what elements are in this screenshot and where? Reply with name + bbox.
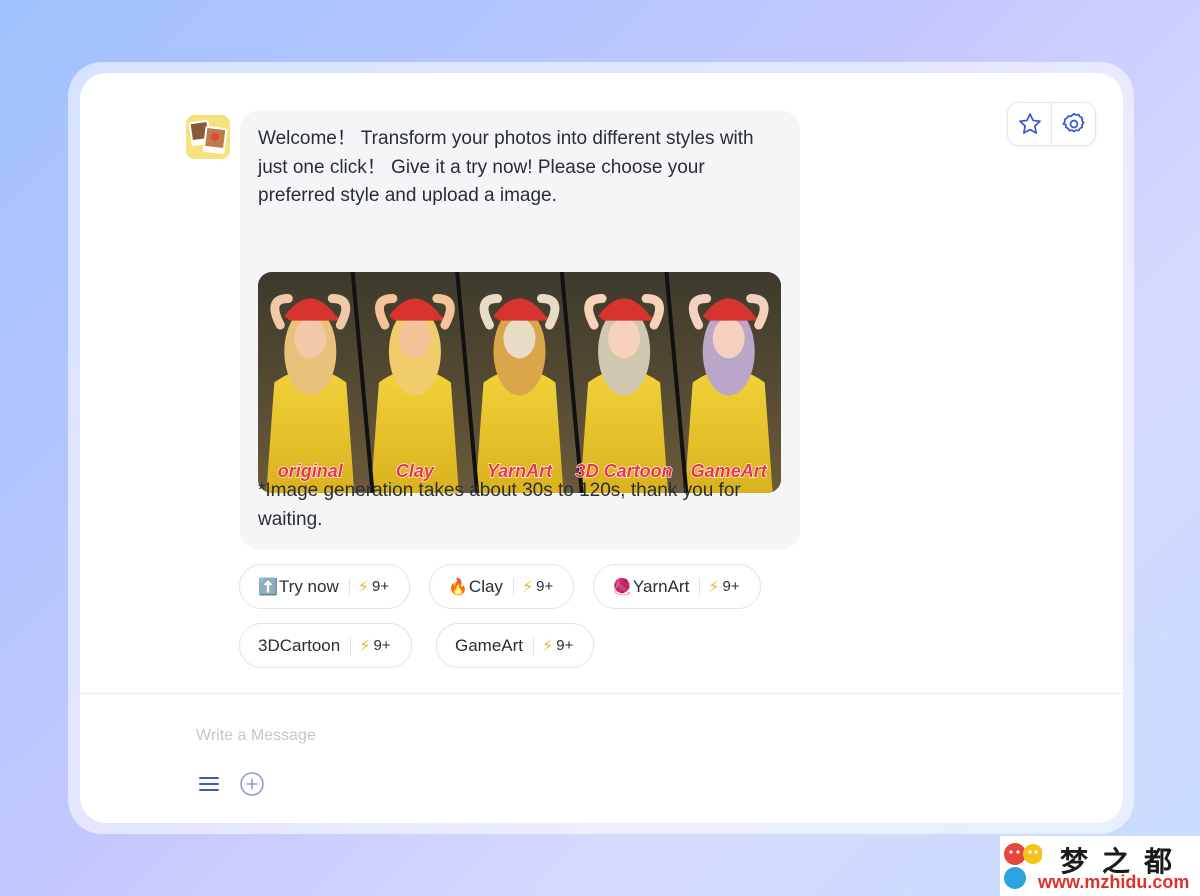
bot-avatar bbox=[186, 115, 230, 159]
chip-divider bbox=[350, 636, 352, 655]
composer-divider bbox=[80, 693, 1123, 694]
chip-label: YarnArt bbox=[632, 576, 690, 596]
yarn-ball-icon: 🧶 bbox=[612, 578, 632, 596]
chip-3dcartoon[interactable]: 3DCartoon ⚡ 9+ bbox=[239, 623, 412, 668]
watermark-logo bbox=[1004, 843, 1042, 889]
chip-yarnart[interactable]: 🧶 YarnArt ⚡ 9+ bbox=[593, 564, 761, 609]
lightning-icon: ⚡ bbox=[521, 578, 534, 596]
lightning-icon: ⚡ bbox=[357, 578, 369, 596]
lightning-icon: ⚡ bbox=[359, 637, 371, 655]
upload-arrow-icon: ⬆️ bbox=[258, 578, 278, 596]
message-input[interactable] bbox=[196, 723, 996, 749]
favorite-button[interactable] bbox=[1008, 103, 1051, 145]
chip-clay[interactable]: 🔥 Clay ⚡ 9+ bbox=[429, 564, 575, 609]
chip-try-now[interactable]: ⬆️ Try now ⚡ 9+ bbox=[239, 564, 411, 609]
menu-icon bbox=[199, 777, 219, 791]
chip-count: 9+ bbox=[722, 578, 740, 595]
watermark-url: www.mzhidu.com bbox=[1038, 872, 1190, 892]
style-preview-image: original Clay YarnArt 3D Cartoon GameArt bbox=[258, 272, 781, 493]
chip-label: Clay bbox=[468, 576, 503, 596]
chip-count: 9+ bbox=[371, 578, 390, 595]
lightning-icon: ⚡ bbox=[542, 637, 554, 655]
bot-message-bubble: Welcome！ Transform your photos into diff… bbox=[240, 111, 800, 549]
chip-count: 9+ bbox=[556, 637, 574, 654]
generation-note: *Image generation takes about 30s to 120… bbox=[258, 480, 741, 530]
menu-button[interactable] bbox=[196, 771, 222, 797]
star-icon bbox=[1018, 113, 1041, 134]
add-attachment-button[interactable] bbox=[238, 770, 266, 798]
settings-button[interactable] bbox=[1051, 103, 1095, 145]
chip-count: 9+ bbox=[373, 637, 391, 654]
chip-divider bbox=[699, 577, 701, 596]
lightning-icon: ⚡ bbox=[708, 578, 720, 596]
chip-count: 9+ bbox=[536, 578, 554, 595]
chip-divider bbox=[512, 577, 514, 596]
gear-icon bbox=[1061, 112, 1085, 133]
chat-card: Welcome！ Transform your photos into diff… bbox=[80, 73, 1123, 823]
message-text: Welcome！ Transform your photos into diff… bbox=[258, 128, 754, 206]
chip-divider bbox=[348, 577, 350, 596]
chip-label: Try now bbox=[278, 576, 339, 596]
top-actions bbox=[1007, 102, 1096, 146]
chip-label: 3DCartoon bbox=[258, 635, 341, 655]
chip-gameart[interactable]: GameArt ⚡ 9+ bbox=[436, 623, 595, 668]
chip-label: GameArt bbox=[455, 635, 524, 655]
site-watermark: 梦之都 www.mzhidu.com bbox=[1000, 836, 1200, 896]
plus-circle-icon bbox=[240, 772, 264, 796]
fire-icon: 🔥 bbox=[448, 578, 468, 596]
chip-divider bbox=[533, 636, 535, 655]
